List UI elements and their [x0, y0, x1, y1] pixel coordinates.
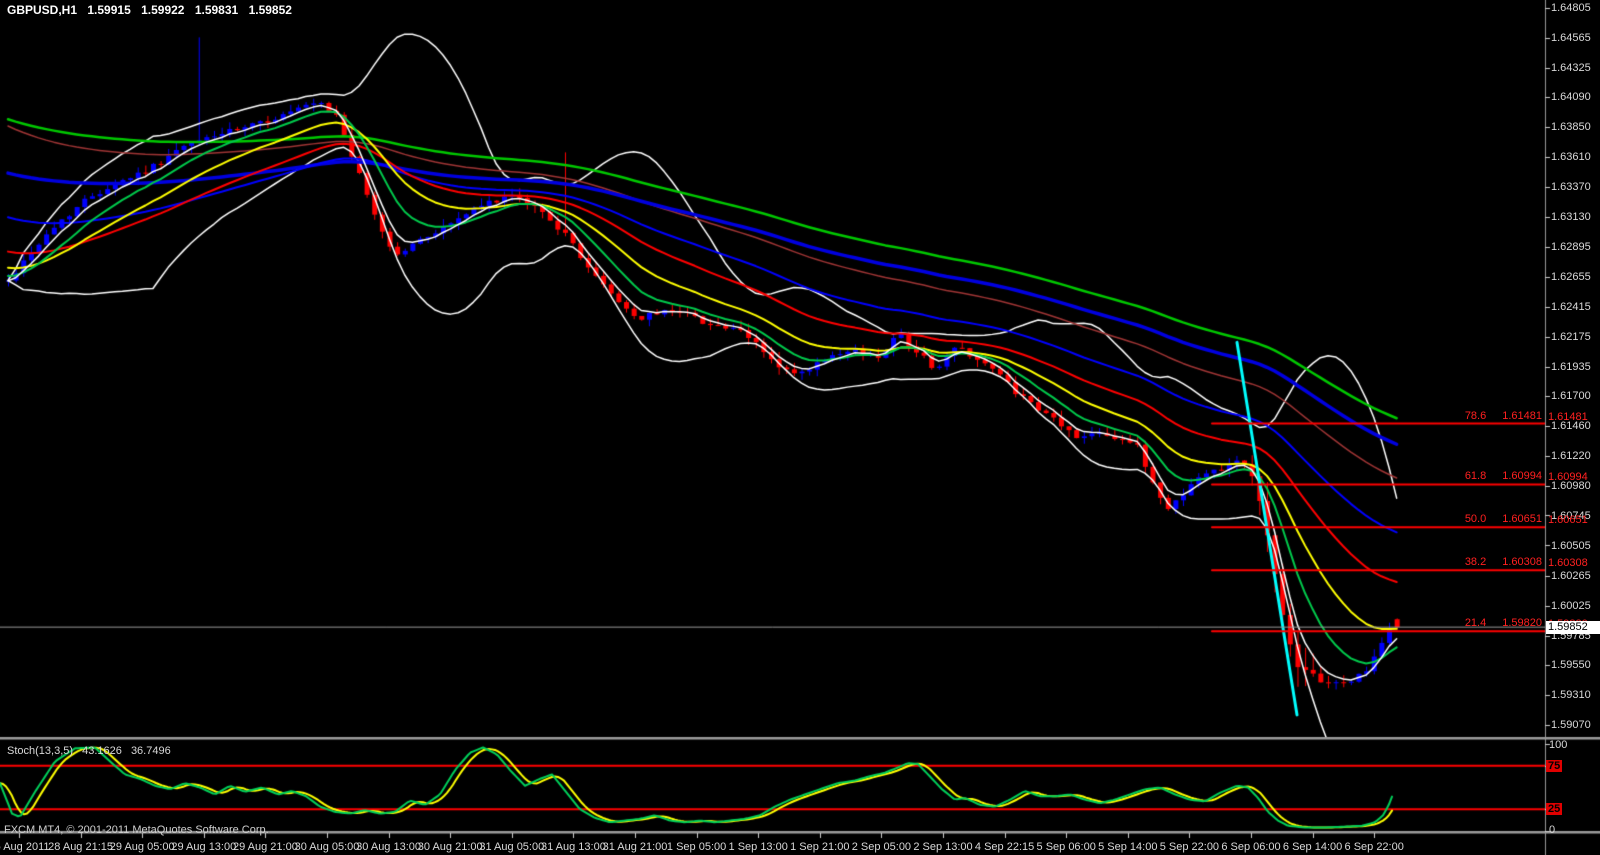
- ohlc-high: 1.59922: [141, 3, 184, 17]
- price-tick-label: 1.64090: [1551, 91, 1591, 103]
- price-tick-label: 1.64565: [1551, 32, 1591, 44]
- fib-price: 1.59820: [1502, 617, 1542, 629]
- time-tick-label: 31 Aug 13:00: [541, 841, 606, 853]
- time-tick-label: 30 Aug 05:00: [295, 841, 360, 853]
- price-tick-label: 1.62175: [1551, 331, 1591, 343]
- time-tick-label: 1 Sep 05:00: [667, 841, 726, 853]
- stochastic-label: Stoch(13,3,5) 43.1626 36.7496: [7, 745, 177, 757]
- symbol-period-label: GBPUSD,H1: [7, 3, 77, 17]
- price-tick-label: 1.63130: [1551, 211, 1591, 223]
- fib-level-label[interactable]: 50.0 1.60651: [1465, 513, 1542, 525]
- time-tick-label: 30 Aug 13:00: [356, 841, 421, 853]
- price-tick-label: 1.62895: [1551, 241, 1591, 253]
- fib-level-label[interactable]: 21.4 1.59820: [1465, 617, 1542, 629]
- stoch-scale-75: 75: [1546, 760, 1562, 772]
- price-tick-label: 1.60025: [1551, 600, 1591, 612]
- fib-level-label[interactable]: 38.2 1.60308: [1465, 556, 1542, 568]
- stoch-scale-100: 100: [1549, 739, 1567, 751]
- time-tick-label: 5 Sep 22:00: [1160, 841, 1219, 853]
- stoch-scale-25: 25: [1546, 803, 1562, 815]
- price-tick-label: 1.61935: [1551, 361, 1591, 373]
- price-tick-label: 1.62415: [1551, 301, 1591, 313]
- time-tick-label: 2 Sep 05:00: [852, 841, 911, 853]
- stochastic-name: Stoch(13,3,5): [7, 745, 73, 757]
- time-tick-label: 1 Sep 21:00: [790, 841, 849, 853]
- time-tick-label: 29 Aug 21:00: [233, 841, 298, 853]
- fib-axis-price-tag: 1.60994: [1548, 471, 1588, 483]
- current-price-tag: 1.59852: [1546, 621, 1600, 634]
- price-tick-label: 1.59310: [1551, 689, 1591, 701]
- stochastic-signal-value: 36.7496: [131, 745, 171, 757]
- ohlc-open: 1.59915: [87, 3, 130, 17]
- chart-overlays: GBPUSD,H1 1.59915 1.59922 1.59831 1.5985…: [0, 0, 1600, 855]
- fib-axis-price-tag: 1.60308: [1548, 557, 1588, 569]
- time-tick-label: 6 Sep 22:00: [1345, 841, 1404, 853]
- fib-price: 1.60651: [1502, 513, 1542, 525]
- time-tick-label: 30 Aug 21:00: [418, 841, 483, 853]
- time-tick-label: 6 Sep 14:00: [1283, 841, 1342, 853]
- price-tick-label: 1.60265: [1551, 570, 1591, 582]
- stoch-scale-0: 0: [1549, 824, 1555, 836]
- time-tick-label: 29 Aug 05:00: [110, 841, 175, 853]
- time-tick-label: 31 Aug 21:00: [603, 841, 668, 853]
- fib-axis-price-tag: 1.61481: [1548, 411, 1588, 423]
- price-tick-label: 1.60505: [1551, 540, 1591, 552]
- time-tick-label: 6 Sep 06:00: [1221, 841, 1280, 853]
- price-tick-label: 1.64805: [1551, 2, 1591, 14]
- time-tick-label: 4 Sep 22:15: [975, 841, 1034, 853]
- time-tick-label: 1 Sep 13:00: [729, 841, 788, 853]
- fib-level-label[interactable]: 61.8 1.60994: [1465, 470, 1542, 482]
- price-tick-label: 1.63850: [1551, 121, 1591, 133]
- fib-axis-price-tag: 1.60651: [1548, 514, 1588, 526]
- price-tick-label: 1.59550: [1551, 659, 1591, 671]
- price-tick-label: 1.59070: [1551, 719, 1591, 731]
- price-tick-label: 1.63610: [1551, 151, 1591, 163]
- fib-percent: 38.2: [1465, 556, 1486, 568]
- price-tick-label: 1.61700: [1551, 390, 1591, 402]
- fib-level-label[interactable]: 78.6 1.61481: [1465, 410, 1542, 422]
- ohlc-low: 1.59831: [195, 3, 238, 17]
- time-tick-label: 31 Aug 05:00: [479, 841, 544, 853]
- terminal-copyright: FXCM MT4, © 2001-2011 MetaQuotes Softwar…: [4, 824, 269, 836]
- time-tick-label: 2 Sep 13:00: [913, 841, 972, 853]
- price-tick-label: 1.62655: [1551, 271, 1591, 283]
- chart-title: GBPUSD,H1 1.59915 1.59922 1.59831 1.5985…: [7, 3, 299, 17]
- time-tick-label: 29 Aug 13:00: [171, 841, 236, 853]
- time-tick-label: 5 Sep 14:00: [1098, 841, 1157, 853]
- fib-price: 1.60994: [1502, 470, 1542, 482]
- time-tick-label: 28 Aug 21:15: [48, 841, 113, 853]
- time-tick-label: 5 Sep 06:00: [1037, 841, 1096, 853]
- price-tick-label: 1.64325: [1551, 62, 1591, 74]
- fib-percent: 21.4: [1465, 617, 1486, 629]
- mt4-chart-window: GBPUSD,H1 1.59915 1.59922 1.59831 1.5985…: [0, 0, 1600, 855]
- ohlc-close: 1.59852: [249, 3, 292, 17]
- price-tick-label: 1.61220: [1551, 450, 1591, 462]
- fib-percent: 50.0: [1465, 513, 1486, 525]
- price-tick-label: 1.63370: [1551, 181, 1591, 193]
- time-tick-label: 26 Aug 2011: [0, 841, 49, 853]
- fib-percent: 61.8: [1465, 470, 1486, 482]
- fib-price: 1.61481: [1502, 410, 1542, 422]
- fib-percent: 78.6: [1465, 410, 1486, 422]
- fib-price: 1.60308: [1502, 556, 1542, 568]
- stochastic-main-value: 43.1626: [82, 745, 122, 757]
